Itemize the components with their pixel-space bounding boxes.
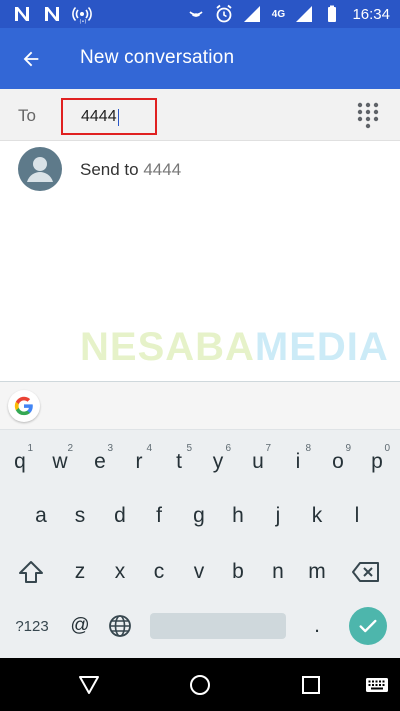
key-d[interactable]: d [102, 494, 138, 538]
key-a[interactable]: a [23, 494, 59, 538]
key-u[interactable]: u7 [240, 440, 276, 484]
keyboard-switch-button[interactable] [362, 670, 392, 700]
signal-icon [242, 4, 262, 24]
nav-home-button[interactable] [185, 670, 215, 700]
key-x[interactable]: x [102, 550, 138, 594]
key-q[interactable]: q1 [2, 440, 38, 484]
key-s[interactable]: s [62, 494, 98, 538]
suggestion-text: Send to 4444 [80, 160, 181, 180]
watermark-part1: NESABA [80, 325, 255, 369]
dialpad-icon [357, 102, 379, 129]
key-l[interactable]: l [339, 494, 375, 538]
n-notification-icon [42, 4, 62, 24]
nav-back-button[interactable] [74, 670, 104, 700]
recipient-highlight: 4444 [61, 98, 157, 135]
status-bar: (•) 4G 16:34 [0, 0, 400, 28]
status-time: 16:34 [352, 5, 390, 23]
svg-text:(•): (•) [80, 19, 87, 24]
language-key[interactable] [102, 604, 138, 648]
globe-icon [109, 615, 131, 637]
checkmark-icon [359, 619, 377, 633]
triangle-down-icon [79, 676, 99, 694]
key-z[interactable]: z [62, 550, 98, 594]
network-type: 4G [271, 8, 286, 20]
avatar [18, 147, 62, 191]
circle-icon [190, 675, 210, 695]
navigation-bar [0, 658, 400, 711]
key-i[interactable]: i8 [280, 440, 316, 484]
key-t[interactable]: t5 [161, 440, 197, 484]
signal-icon [294, 4, 314, 24]
at-key[interactable]: @ [62, 604, 98, 648]
key-v[interactable]: v [181, 550, 217, 594]
to-label: To [18, 106, 36, 125]
square-icon [302, 676, 320, 694]
key-b[interactable]: b [220, 550, 256, 594]
text-caret [117, 108, 120, 126]
recipient-input[interactable]: 4444 [81, 108, 141, 126]
nav-recents-button[interactable] [296, 670, 326, 700]
nfc-icon [186, 4, 206, 24]
shift-icon [19, 561, 43, 583]
key-e[interactable]: e3 [82, 440, 118, 484]
google-logo-button[interactable] [8, 390, 40, 422]
n-notification-icon [12, 4, 32, 24]
key-r[interactable]: r4 [121, 440, 157, 484]
google-icon [14, 396, 33, 416]
key-m[interactable]: m [299, 550, 335, 594]
hotspot-icon: (•) [72, 4, 92, 24]
suggestion-prefix: Send to [80, 160, 144, 179]
space-key[interactable] [150, 613, 286, 639]
battery-icon [322, 4, 342, 24]
suggestion-number: 4444 [143, 160, 182, 179]
key-j[interactable]: j [260, 494, 296, 538]
period-key[interactable]: . [299, 604, 335, 648]
arrow-left-icon [23, 51, 39, 67]
dialpad-button[interactable] [356, 101, 380, 129]
page-title: New conversation [80, 47, 235, 68]
backspace-key[interactable] [348, 550, 384, 594]
keyboard: q1 w2 e3 r4 t5 y6 u7 i8 o9 p0 a s d f g … [0, 381, 400, 658]
symbols-key[interactable]: ?123 [8, 604, 56, 648]
keyboard-icon [366, 678, 388, 692]
recipient-bar: To 4444 [0, 89, 400, 141]
key-w[interactable]: w2 [42, 440, 78, 484]
enter-key[interactable] [349, 607, 387, 645]
recipient-value: 4444 [81, 108, 117, 125]
person-icon [27, 157, 53, 182]
key-n[interactable]: n [260, 550, 296, 594]
alarm-icon [214, 4, 234, 24]
key-p[interactable]: p0 [359, 440, 395, 484]
app-bar: New conversation [0, 28, 400, 89]
shift-key[interactable] [13, 550, 49, 594]
backspace-icon [352, 562, 379, 582]
key-o[interactable]: o9 [320, 440, 356, 484]
send-to-suggestion[interactable]: Send to 4444 [0, 141, 400, 199]
key-y[interactable]: y6 [200, 440, 236, 484]
key-k[interactable]: k [299, 494, 335, 538]
key-g[interactable]: g [181, 494, 217, 538]
key-f[interactable]: f [141, 494, 177, 538]
keyboard-suggestion-strip [0, 382, 400, 430]
watermark: NESABAMEDIA [80, 325, 389, 370]
back-button[interactable] [14, 42, 48, 76]
watermark-part2: MEDIA [254, 325, 389, 369]
key-h[interactable]: h [220, 494, 256, 538]
key-c[interactable]: c [141, 550, 177, 594]
